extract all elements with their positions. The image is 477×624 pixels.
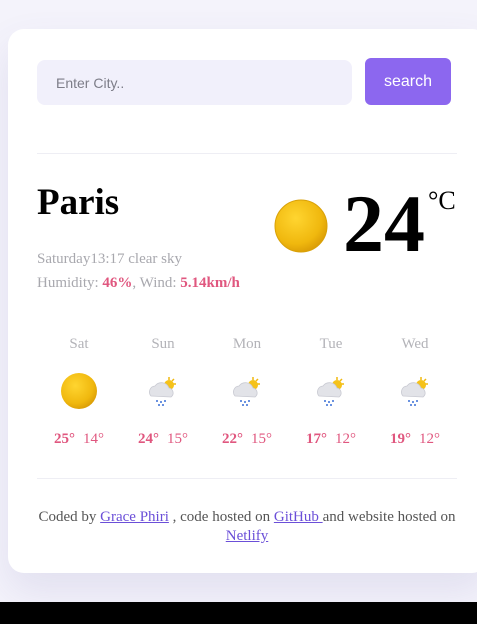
- search-button[interactable]: search: [365, 58, 451, 105]
- rain-cloud-sun-icon: [401, 377, 428, 406]
- author-link[interactable]: Grace Phiri: [100, 509, 169, 525]
- wind-value: 5.14km/h: [180, 275, 240, 291]
- forecast-max: 22°: [222, 431, 243, 447]
- forecast-min: 15°: [167, 431, 188, 447]
- footer: Coded by Grace Phiri , code hosted on Gi…: [37, 508, 457, 546]
- forecast-day-name: Sat: [69, 336, 89, 352]
- date-description: Saturday13:17 clear sky: [37, 247, 240, 271]
- footer-middle2: and website hosted on: [322, 509, 456, 525]
- rain-cloud-sun-icon: [233, 377, 260, 406]
- forecast-day-name: Wed: [401, 336, 429, 352]
- current-time: 13:17: [90, 251, 125, 267]
- humidity-value: 46%: [102, 275, 133, 291]
- divider: [37, 153, 457, 154]
- forecast-temps: 17° 12°: [289, 431, 373, 448]
- forecast-day-name: Mon: [232, 336, 262, 352]
- forecast-temps: 19° 12°: [373, 431, 457, 448]
- forecast-min: 12°: [419, 431, 440, 447]
- humidity-label: Humidity:: [37, 275, 99, 291]
- forecast-day-name: Sun: [151, 336, 175, 352]
- divider: [37, 478, 457, 479]
- rain-cloud-sun-icon: [317, 377, 344, 406]
- forecast-day: Mon 22° 15°: [205, 335, 289, 447]
- bottom-bar: [0, 602, 477, 624]
- forecast-max: 25°: [54, 431, 75, 447]
- forecast-max: 17°: [306, 431, 327, 447]
- forecast-day: Tue 17° 12°: [289, 335, 373, 447]
- netlify-link[interactable]: Netlify: [226, 528, 269, 544]
- city-name: Paris: [37, 182, 120, 223]
- forecast-max: 24°: [138, 431, 159, 447]
- current-temperature: 24: [343, 178, 425, 269]
- forecast-min: 12°: [335, 431, 356, 447]
- github-link[interactable]: GitHub: [274, 509, 323, 525]
- sun-icon: [274, 199, 328, 253]
- weather-card: search Paris Saturday13:17 clear sky Hum…: [8, 29, 477, 573]
- forecast-day: Sun 24° 15°: [121, 335, 205, 447]
- forecast-day: Sat 25° 14°: [37, 335, 121, 447]
- city-search-input[interactable]: [37, 60, 352, 105]
- forecast-temps: 25° 14°: [37, 431, 121, 448]
- forecast-min: 14°: [83, 431, 104, 447]
- weather-details: Saturday13:17 clear sky Humidity: 46%, W…: [37, 247, 240, 295]
- forecast-day-name: Tue: [319, 336, 343, 352]
- forecast-temps: 24° 15°: [121, 431, 205, 448]
- rain-cloud-sun-icon: [149, 377, 176, 406]
- sun-icon: [61, 373, 97, 409]
- weather-description: clear sky: [128, 251, 182, 267]
- forecast-temps: 22° 15°: [205, 431, 289, 448]
- forecast-min: 15°: [251, 431, 272, 447]
- forecast-day: Wed 19° 12°: [373, 335, 457, 447]
- footer-prefix: Coded by: [38, 509, 101, 525]
- humidity-wind: Humidity: 46%, Wind: 5.14km/h: [37, 271, 240, 295]
- footer-middle: , code hosted on: [168, 509, 274, 525]
- current-day: Saturday: [37, 251, 91, 267]
- wind-label: , Wind:: [132, 275, 177, 291]
- forecast-max: 19°: [390, 431, 411, 447]
- temperature-unit: °C: [428, 186, 456, 215]
